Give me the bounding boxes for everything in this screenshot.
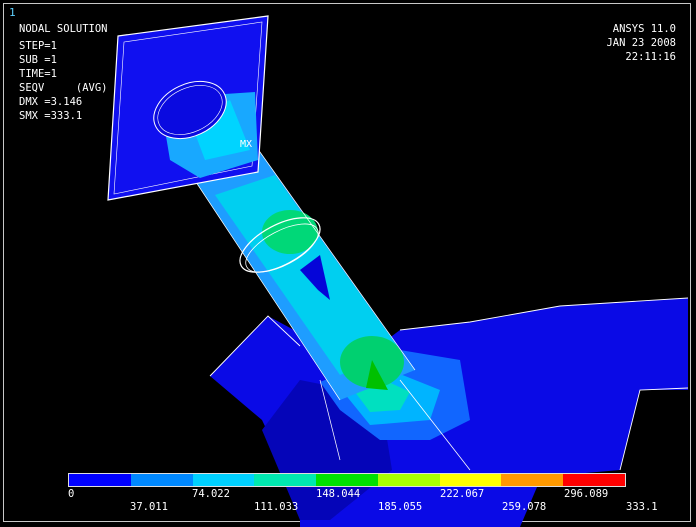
legend-swatch xyxy=(439,474,502,486)
legend-upper-label: 74.022 xyxy=(192,488,230,500)
legend-swatch xyxy=(316,474,378,486)
legend-lower-label: 37.011 xyxy=(130,501,168,513)
legend-upper-label: 148.044 xyxy=(316,488,361,500)
legend-swatch xyxy=(192,474,255,486)
legend-swatch xyxy=(377,474,440,486)
max-marker-label: MX xyxy=(240,139,253,150)
info-smx: SMX =333.1 xyxy=(19,110,83,122)
legend-upper-label: 296.089 xyxy=(564,488,609,500)
window-number: 1 xyxy=(9,6,16,19)
legend-swatch xyxy=(130,474,193,486)
legend-color-bar xyxy=(68,473,626,487)
legend-lower-label: 111.033 xyxy=(254,501,299,513)
legend-lower-label: 185.055 xyxy=(378,501,423,513)
date-label: JAN 23 2008 xyxy=(606,37,676,49)
legend-lower-label: 333.1 xyxy=(626,501,658,513)
info-dmx: DMX =3.146 xyxy=(19,96,83,108)
legend-upper-label: 222.067 xyxy=(440,488,485,500)
legend-swatch xyxy=(501,474,564,486)
info-sub: SUB =1 xyxy=(19,54,57,66)
legend-swatch xyxy=(563,474,626,486)
time-label: 22:11:16 xyxy=(625,51,676,63)
legend-swatch xyxy=(69,474,131,486)
legend-swatch xyxy=(254,474,317,486)
info-title: NODAL SOLUTION xyxy=(19,23,108,35)
info-result: SEQV (AVG) xyxy=(19,82,108,94)
info-block: NODAL SOLUTION STEP=1 SUB =1 TIME=1 SEQV… xyxy=(19,22,108,123)
legend-lower-label: 259.078 xyxy=(502,501,547,513)
header-right-block: ANSYS 11.0 JAN 23 2008 22:11:16 xyxy=(606,22,676,64)
info-step: STEP=1 xyxy=(19,40,57,52)
graphics-viewport[interactable]: 1 NODAL SOLUTION STEP=1 SUB =1 TIME=1 SE… xyxy=(0,0,696,527)
info-time: TIME=1 xyxy=(19,68,57,80)
legend-upper-label: 0 xyxy=(68,488,75,500)
product-label: ANSYS 11.0 xyxy=(612,23,676,35)
